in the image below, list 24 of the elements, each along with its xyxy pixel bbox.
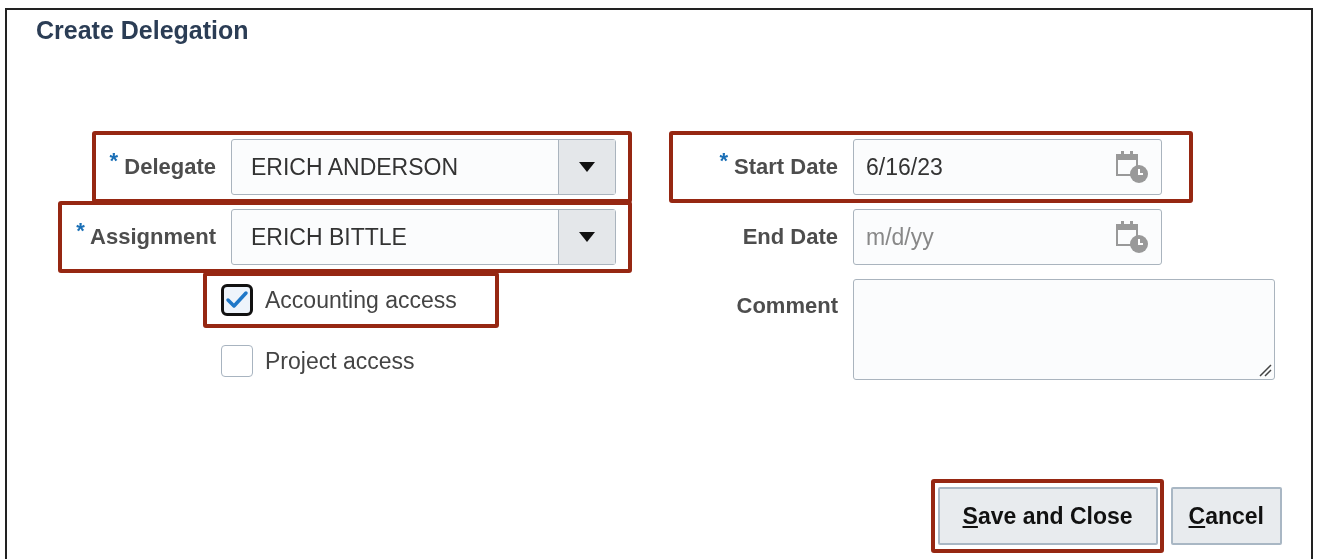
field-label: * Assignment — [76, 224, 216, 250]
checkmark-icon — [225, 290, 249, 310]
resize-grip-icon[interactable] — [1258, 363, 1272, 377]
calendar-clock-icon[interactable] — [1115, 220, 1149, 254]
field-label: * Delegate — [109, 154, 216, 180]
dialog-button[interactable]: Save and Close — [937, 487, 1158, 545]
dropdown-button[interactable] — [558, 210, 615, 264]
checkbox-label: Project access — [265, 347, 415, 375]
field-label: * Start Date — [718, 154, 838, 180]
checkbox[interactable] — [221, 345, 253, 377]
date-field[interactable]: 6/16/23 — [853, 139, 1162, 195]
checkbox-label: Accounting access — [265, 286, 457, 314]
comment-field[interactable] — [853, 279, 1275, 380]
checkbox[interactable] — [221, 284, 253, 316]
dialog-button[interactable]: Cancel — [1170, 487, 1282, 545]
field-label: Comment — [735, 293, 838, 319]
caret-icon — [578, 161, 596, 173]
dropdown-button[interactable] — [558, 140, 615, 194]
dropdown-field[interactable]: ERICH BITTLE — [231, 209, 616, 265]
calendar-clock-icon[interactable] — [1115, 150, 1149, 184]
dropdown-field[interactable]: ERICH ANDERSON — [231, 139, 616, 195]
field-label: End Date — [741, 224, 838, 250]
caret-icon — [578, 231, 596, 243]
dialog-title: Create Delegation — [35, 15, 250, 45]
